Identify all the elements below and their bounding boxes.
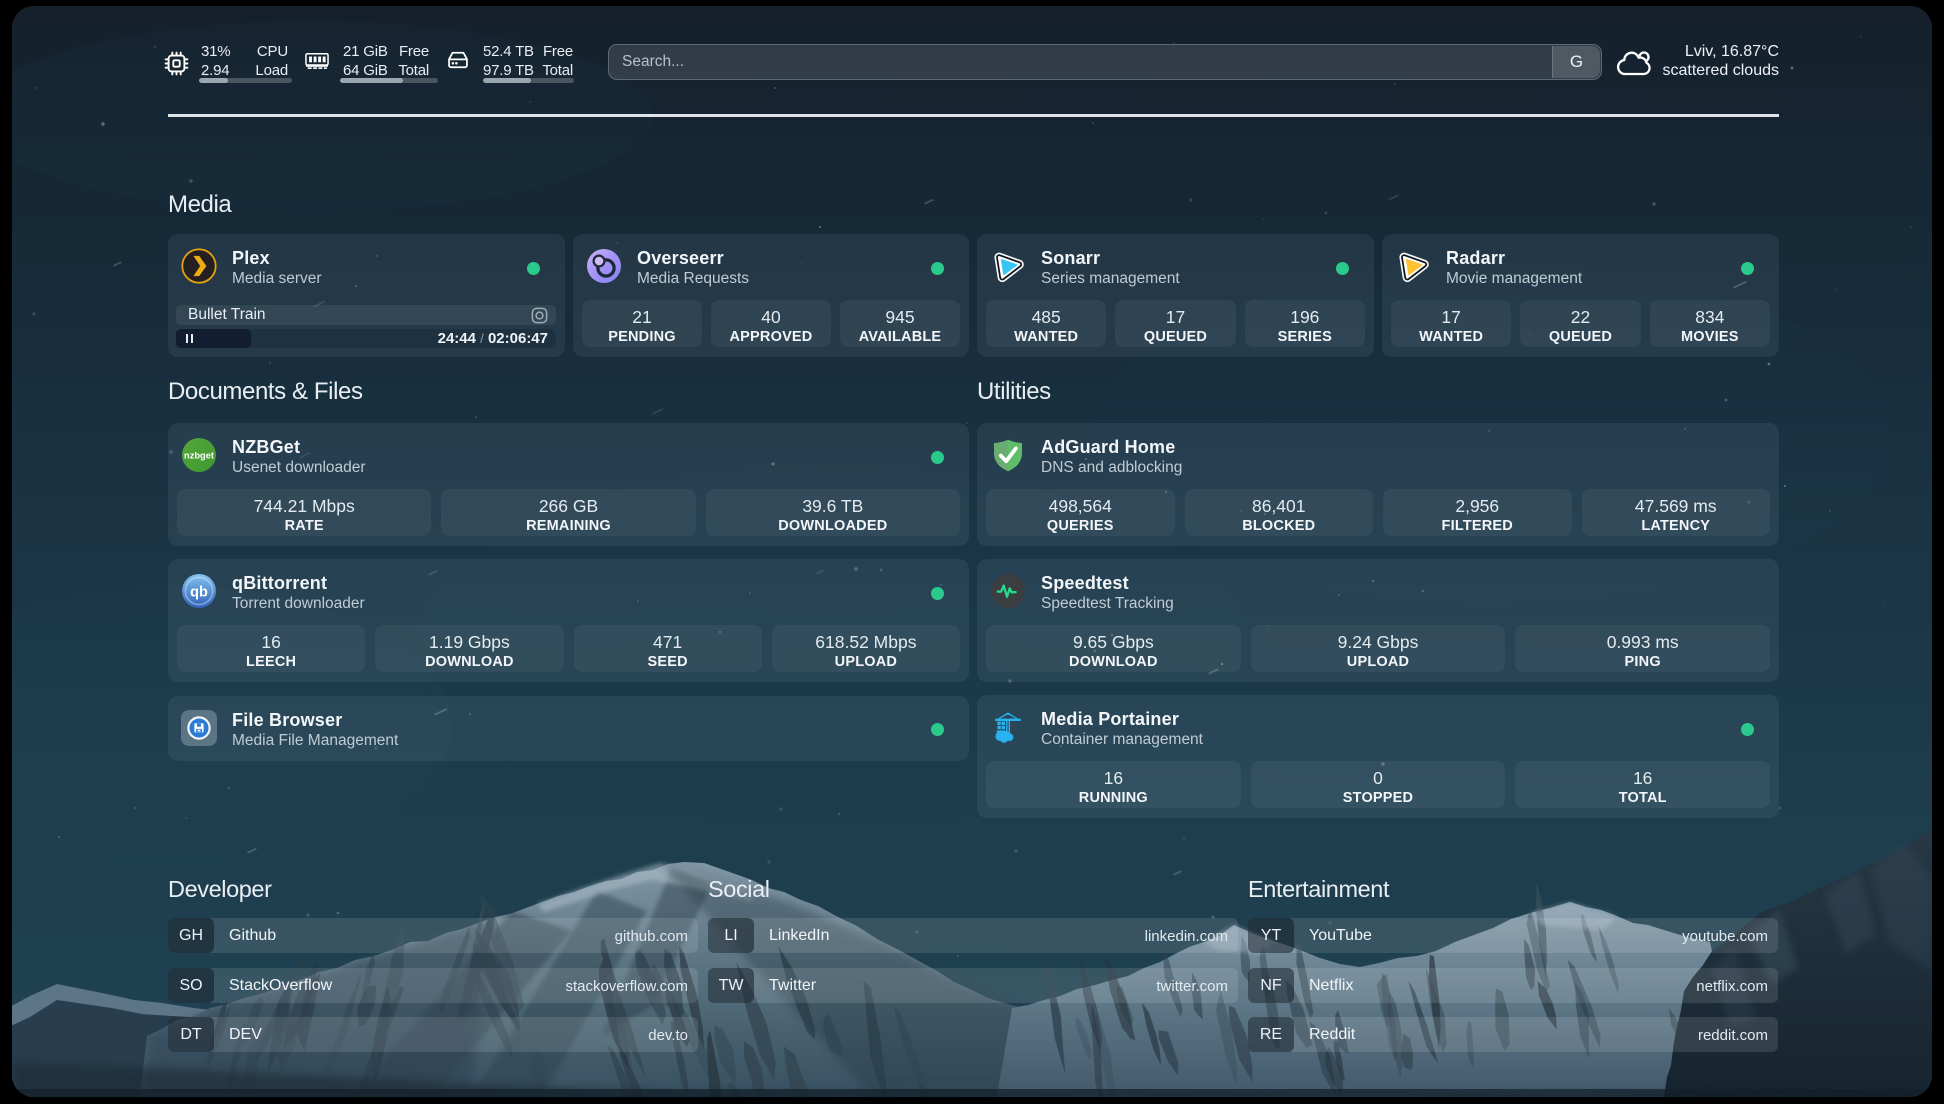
svg-text:qb: qb: [190, 584, 208, 600]
svg-text:nzbget: nzbget: [184, 451, 214, 461]
